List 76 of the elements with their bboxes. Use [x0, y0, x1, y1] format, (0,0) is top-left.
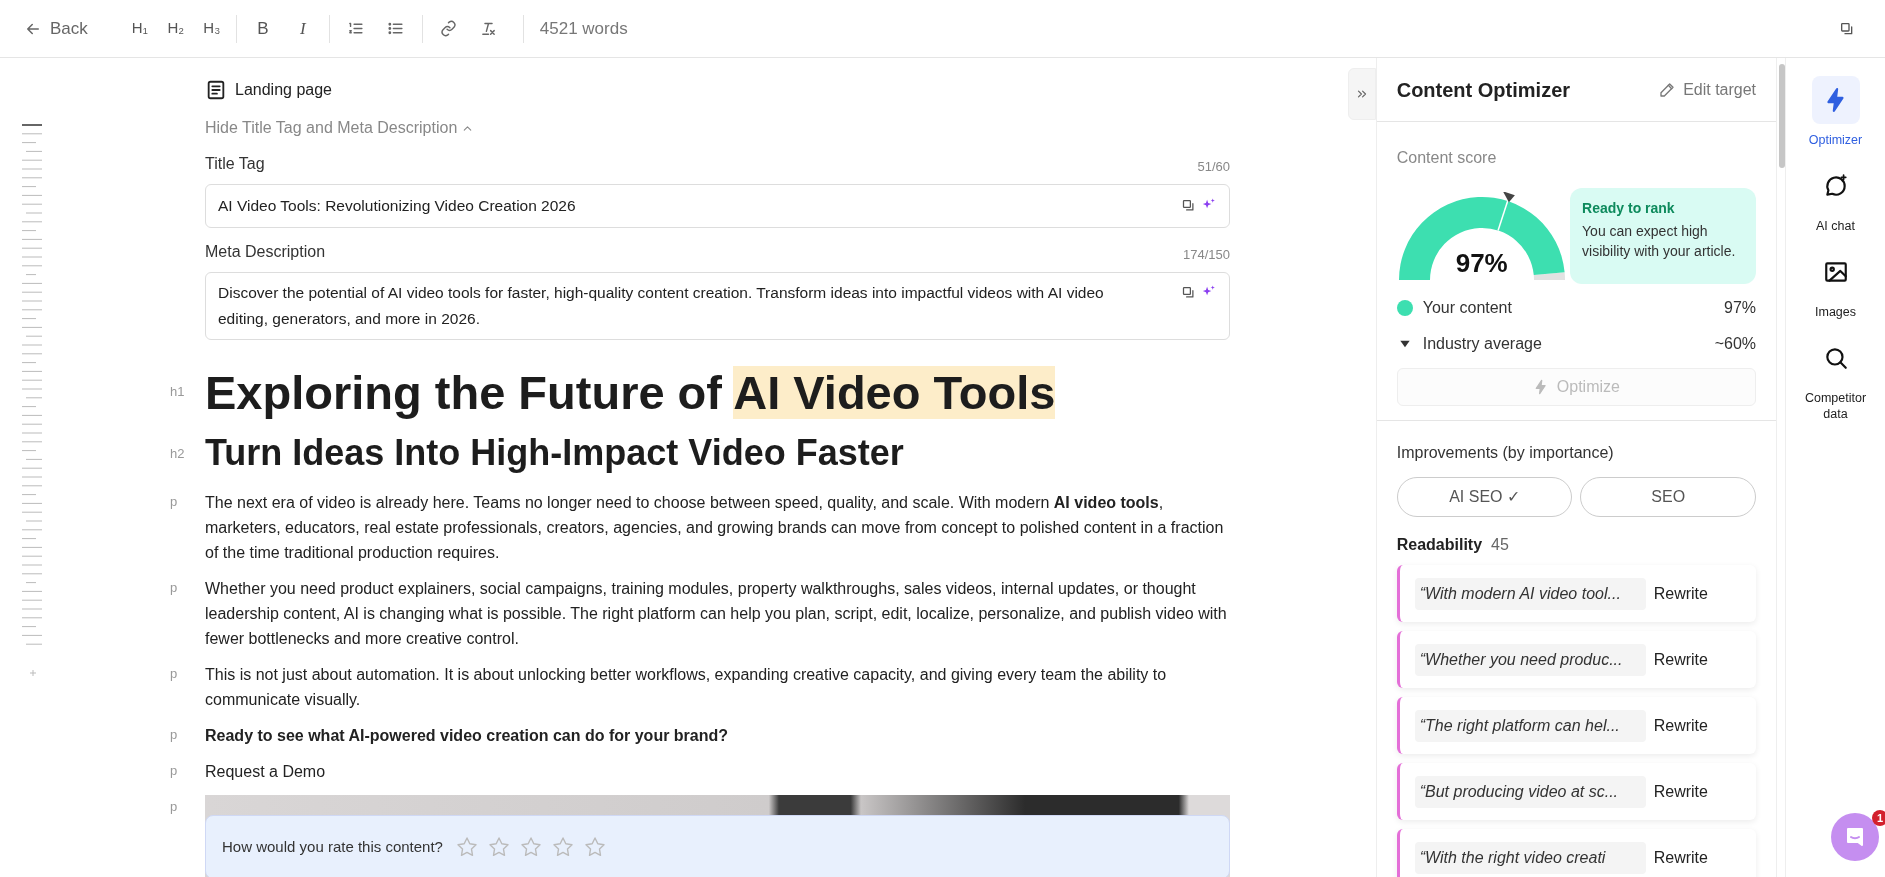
block-tag: p: [170, 490, 205, 512]
rewrite-button[interactable]: Rewrite: [1653, 845, 1708, 870]
legend-value: 97%: [1724, 298, 1757, 318]
content-score-label: Content score: [1396, 148, 1498, 168]
legend-label: Industry average: [1422, 334, 1542, 354]
rewrite-button[interactable]: Rewrite: [1653, 581, 1708, 606]
title-tag-label: Title Tag: [205, 154, 265, 174]
star-icon[interactable]: [486, 835, 511, 859]
score-value: 97%: [1454, 247, 1509, 280]
quote-snippet: “But producing video at sc...: [1414, 775, 1646, 808]
title-tag-field[interactable]: AI Video Tools: Revolutionizing Video Creation 2026: [205, 184, 1230, 228]
paragraph: Whether you need product explainers, social campaigns, training modules, property walkthroughs, sales videos, internal updates, or thought leadership content, AI is changing what is possible. The right platform can help you plan, script, edit, localize, personalize, and publish video with fewer bottlenecks and more creative control.: [205, 579, 1228, 649]
block-tag: p: [170, 576, 205, 598]
panel-title: Content Optimizer: [1396, 77, 1571, 103]
improvements-label: Improvements (by importance): [1396, 443, 1615, 463]
star-icon[interactable]: [550, 835, 575, 859]
status-text: You can expect high visibility with your article.: [1582, 222, 1737, 261]
pencil-icon: [1659, 81, 1676, 98]
heading-button[interactable]: H₁: [123, 12, 156, 45]
rewrite-button[interactable]: Rewrite: [1653, 779, 1708, 804]
paragraph: The next era of video is already here. Teams no longer need to choose between speed, quality, and scale. With modern AI video tools, marketers, educators, real estate professionals, creators, agencies, and growing brands can move from concept to polished content in a fraction of the time traditional production requires.: [205, 493, 1225, 563]
block-tag: p: [170, 795, 205, 817]
sidebar-tab[interactable]: AI chat: [1790, 162, 1881, 234]
star-icon[interactable]: [454, 835, 479, 859]
block-tag: p: [170, 723, 205, 745]
copy-icon: [1181, 198, 1196, 213]
heading-button[interactable]: H₂: [159, 12, 192, 45]
page-type-label: Landing page: [235, 80, 332, 100]
quote-snippet: “The right platform can hel...: [1414, 709, 1646, 742]
status-title: Ready to rank: [1582, 199, 1676, 218]
rewrite-button[interactable]: Rewrite: [1653, 713, 1708, 738]
sidebar-tab[interactable]: Optimizer: [1790, 76, 1881, 148]
bullet-list-icon: [387, 20, 405, 37]
document-icon: [205, 79, 227, 101]
legend-value: ~60%: [1714, 334, 1757, 354]
copy-icon: [1181, 285, 1196, 300]
copy-icon: [1839, 20, 1855, 37]
star-icon[interactable]: [582, 835, 607, 859]
meta-description-label: Meta Description: [205, 242, 326, 262]
edit-target-button[interactable]: Edit target: [1659, 77, 1757, 102]
word-count: 4521 words: [539, 17, 628, 40]
heading-button[interactable]: H₃: [195, 12, 228, 45]
block-tag: p: [170, 759, 205, 781]
block-tag: p: [170, 662, 205, 684]
notification-badge: 1: [1872, 810, 1885, 826]
block-tag: h1: [170, 362, 205, 402]
sidebar-tab[interactable]: Images: [1790, 248, 1881, 320]
character-count: 174/150: [1183, 245, 1230, 264]
paragraph: This is not just about automation. It is about unlocking better workflows, expanding creative capacity, and giving every team the ability to communicate visually.: [205, 665, 1168, 710]
sidebar-tab[interactable]: Competitor data: [1790, 334, 1881, 422]
subheading: Turn Ideas Into High-Impact Video Faster: [205, 431, 904, 475]
link-icon: [440, 20, 458, 37]
section-title: Readability: [1396, 535, 1483, 555]
quote-snippet: “Whether you need produc...: [1414, 643, 1646, 676]
clear-format-icon: [480, 20, 498, 37]
star-icon[interactable]: [518, 835, 543, 859]
chat-launcher-button[interactable]: [1831, 813, 1879, 861]
quote-snippet: “With the right video creati: [1414, 841, 1646, 874]
rating-question: How would you rate this content?: [222, 836, 443, 857]
section-count: 45: [1491, 535, 1509, 555]
character-count: 51/60: [1197, 157, 1230, 176]
italic-button[interactable]: I: [284, 12, 321, 45]
image-icon: [1822, 259, 1849, 285]
meta-description-field[interactable]: Discover the potential of AI video tools for faster, high-quality content creation. Transform ideas into impactful videos with AI video editing, generators, and more in 2026.: [205, 272, 1230, 340]
scrollbar-thumb[interactable]: [1779, 64, 1785, 168]
rewrite-button[interactable]: Rewrite: [1653, 647, 1708, 672]
legend-label: Your content: [1422, 298, 1512, 318]
paragraph: Ready to see what AI-powered video creation can do for your brand?: [205, 726, 730, 746]
collapse-panel-button[interactable]: [1348, 68, 1376, 120]
paragraph: Request a Demo: [205, 762, 327, 782]
heading: Exploring the Future of AI Video Tools: [205, 365, 1056, 421]
bold-button[interactable]: B: [244, 12, 281, 45]
block-tag: h2: [170, 430, 205, 464]
quote-snippet: “With modern AI video tool...: [1414, 577, 1646, 610]
back-button[interactable]: Back: [24, 15, 88, 42]
hide-meta-toggle[interactable]: Hide Title Tag and Meta Description: [205, 116, 475, 140]
